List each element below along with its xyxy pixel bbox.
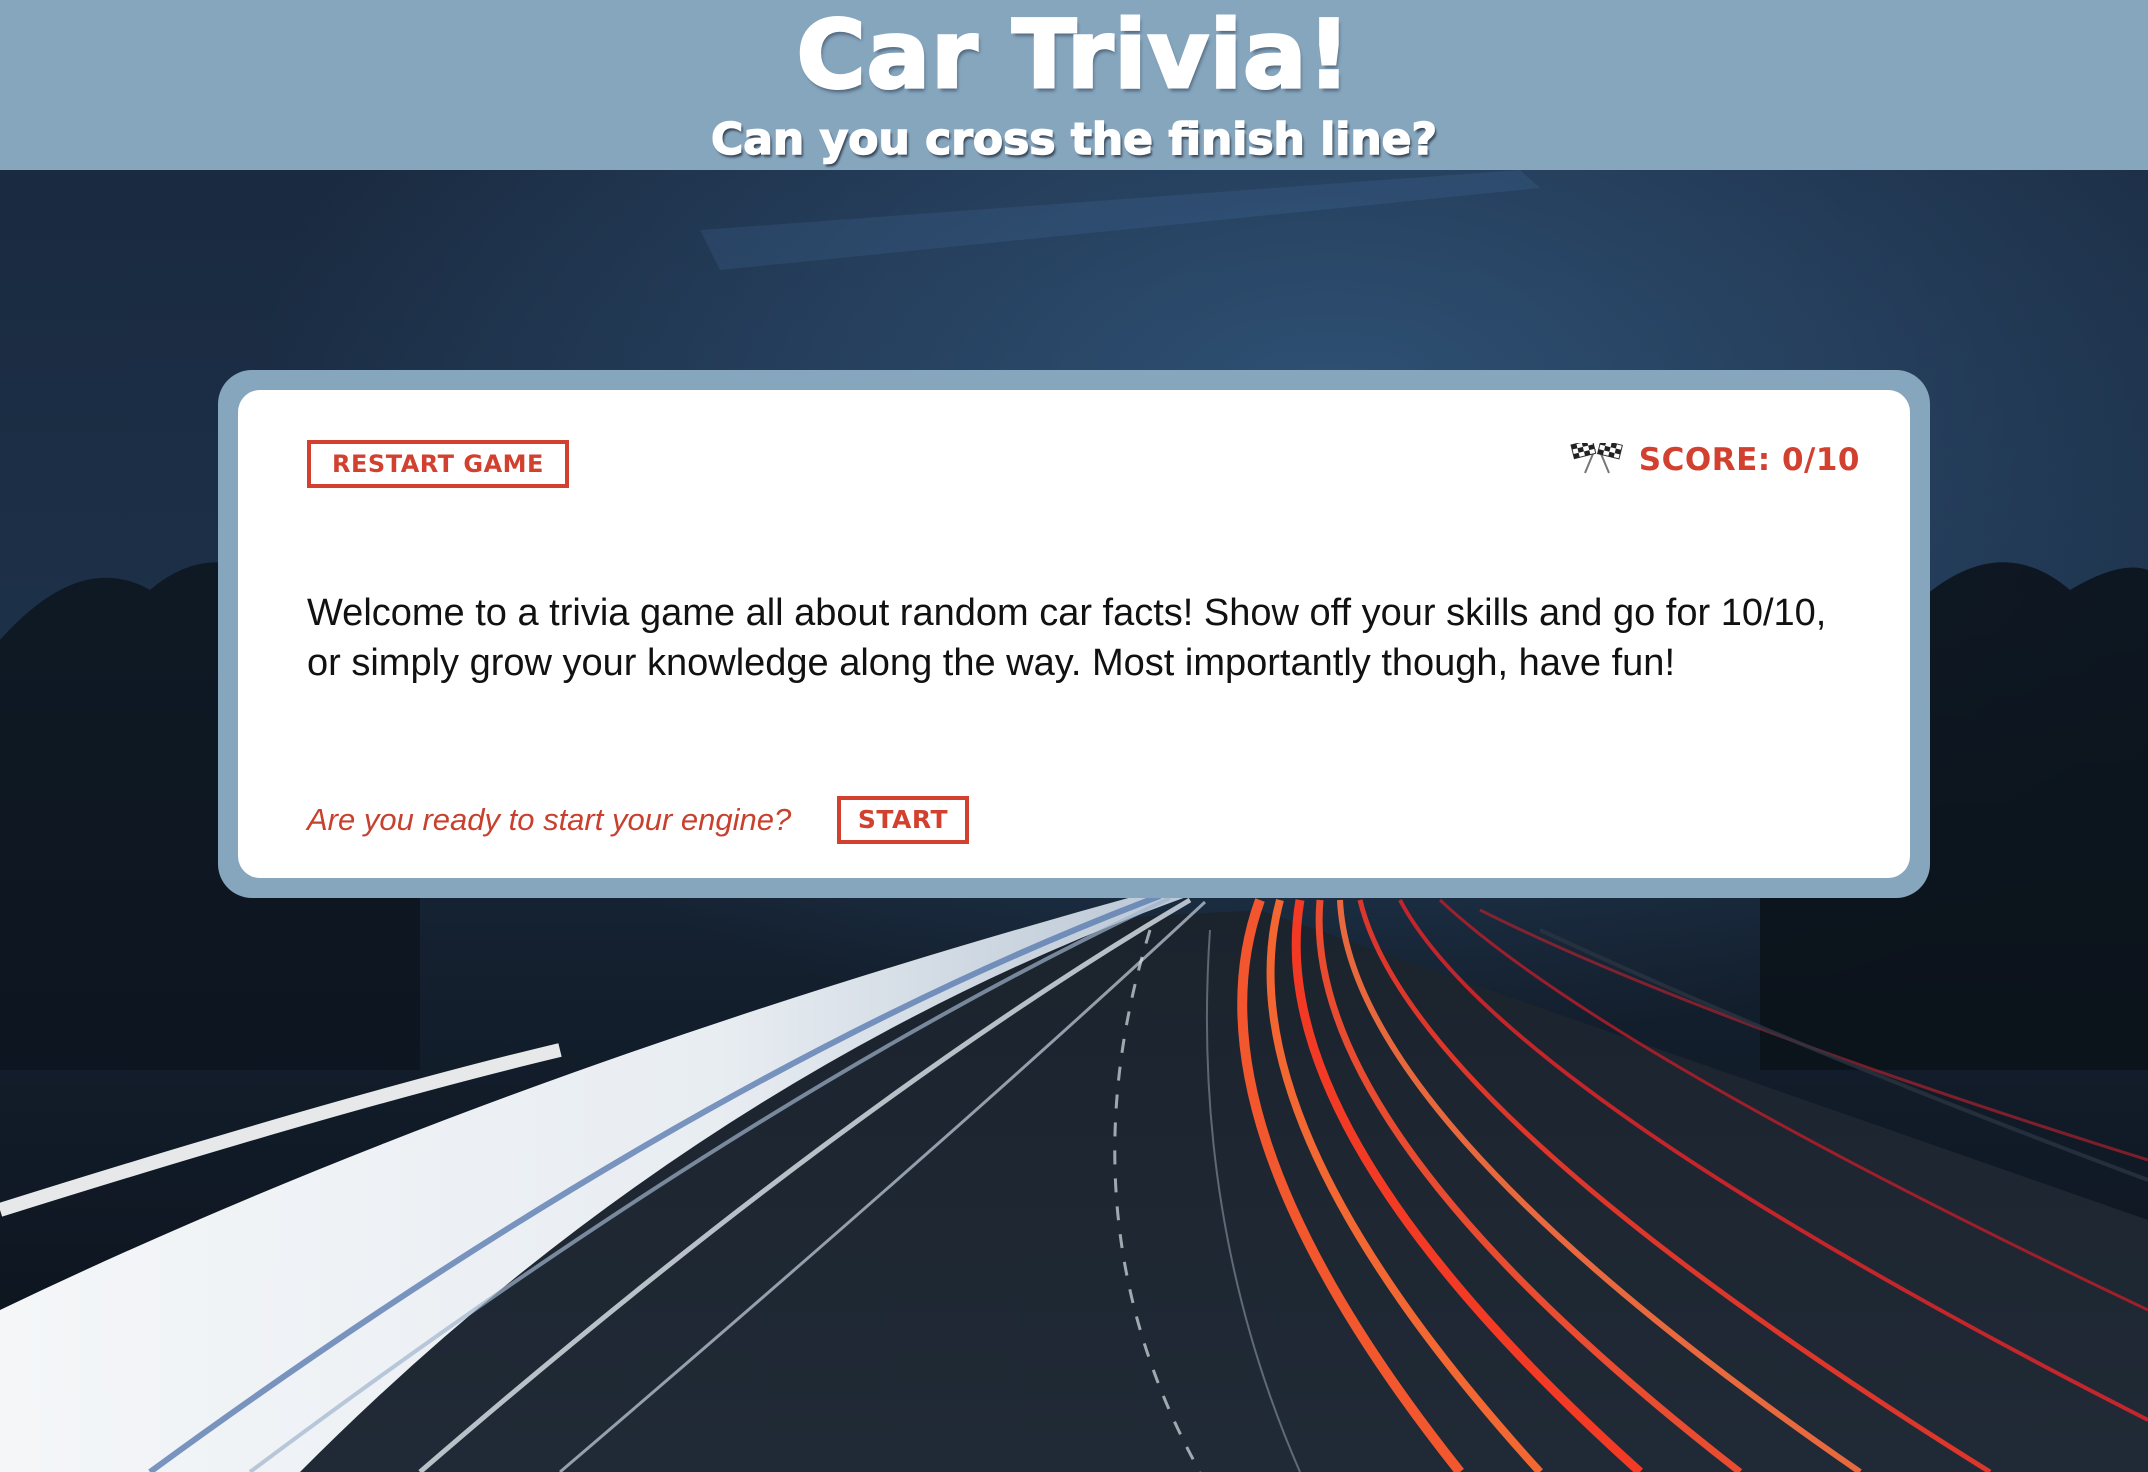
score-label: SCORE: 0/10 (1638, 442, 1860, 478)
app-title: Car Trivia! (795, 0, 1352, 111)
app-subtitle: Can you cross the finish line? (710, 113, 1438, 166)
checkered-flags-icon (1570, 443, 1623, 474)
trivia-card-frame: RESTART GAME SCORE: 0/10 Welcome to a tr… (218, 370, 1930, 898)
score-display: SCORE: 0/10 (1565, 438, 1860, 482)
start-button[interactable]: START (837, 796, 969, 844)
page-header: Car Trivia! Can you cross the finish lin… (0, 0, 2148, 170)
restart-game-button[interactable]: RESTART GAME (307, 440, 569, 488)
welcome-message: Welcome to a trivia game all about rando… (307, 592, 1827, 684)
ready-prompt: Are you ready to start your engine? (307, 802, 792, 837)
trivia-card: RESTART GAME SCORE: 0/10 Welcome to a tr… (238, 390, 1910, 878)
